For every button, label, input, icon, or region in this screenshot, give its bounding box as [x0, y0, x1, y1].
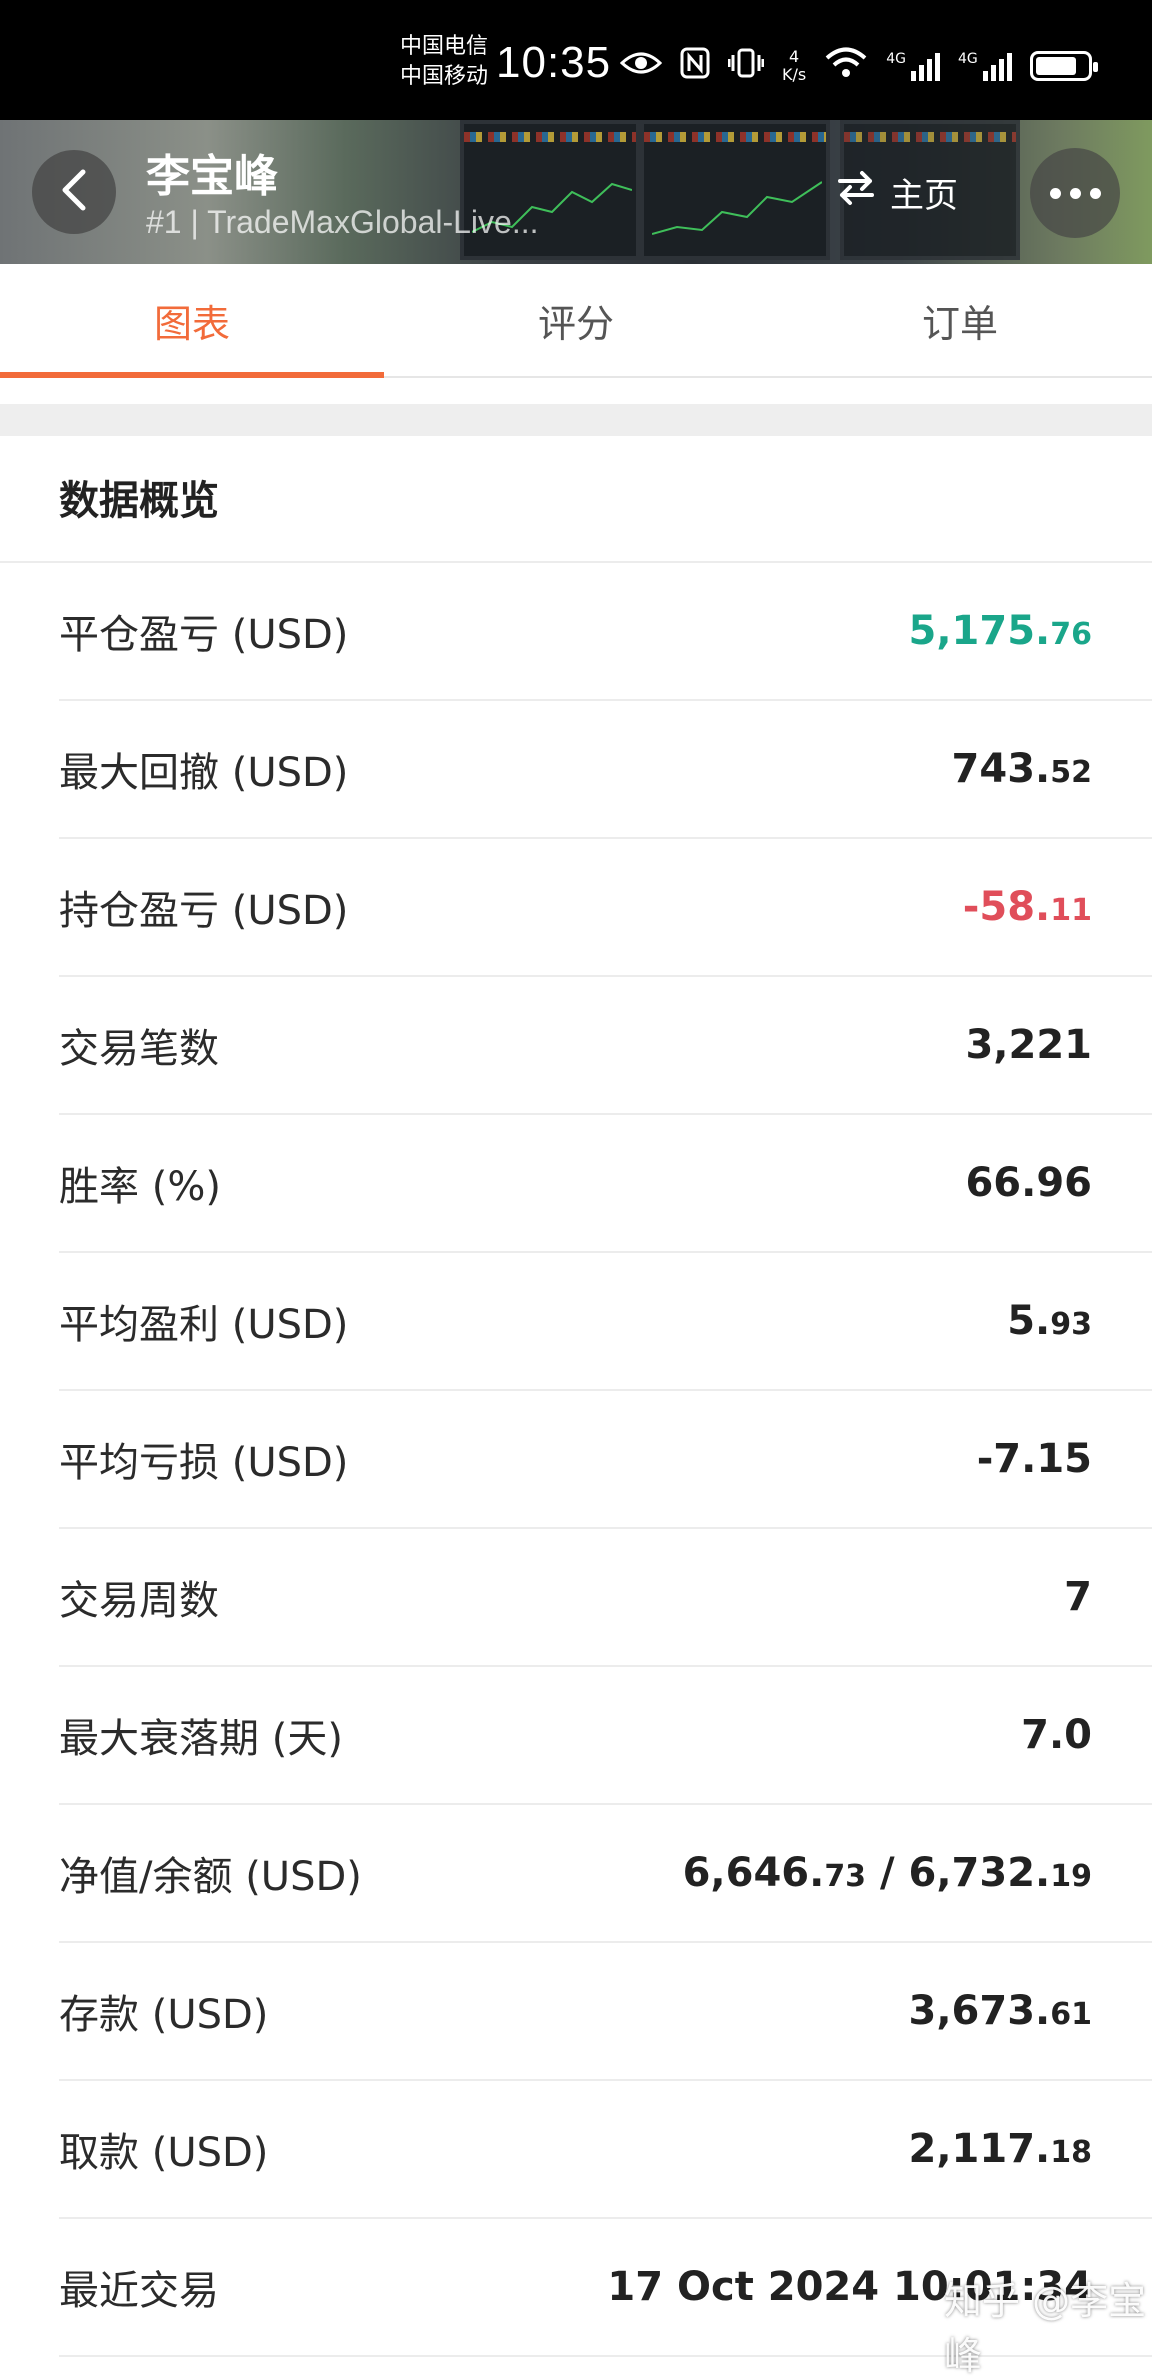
stat-value: 3,673.61 [908, 1988, 1092, 2034]
stat-row-closed-pnl: 平仓盈亏 (USD) 5,175.76 [59, 563, 1152, 701]
back-button[interactable] [32, 150, 116, 234]
signal-2-icon: 4G [958, 51, 1012, 81]
tab-bar: 图表 评分 订单 [0, 264, 1152, 378]
nfc-icon [680, 47, 710, 85]
stat-value: 5.93 [1007, 1298, 1092, 1344]
battery-level [1035, 57, 1076, 75]
stat-label: 平仓盈亏 (USD) [59, 612, 349, 658]
stat-label: 胜率 (%) [59, 1164, 221, 1210]
swap-icon [836, 170, 876, 215]
speed-value: 4 [789, 47, 800, 66]
tab-orders[interactable]: 订单 [768, 264, 1152, 376]
stat-row-trade-count: 交易笔数 3,221 [59, 977, 1152, 1115]
stat-row-max-drawdown: 最大回撤 (USD) 743.52 [59, 701, 1152, 839]
network-speed: 4 K/s [782, 48, 806, 84]
stat-value: 7.0 [1021, 1712, 1092, 1758]
stat-row-deposits: 存款 (USD) 3,673.61 [59, 1943, 1152, 2081]
carrier-info: 中国电信 中国移动 [400, 32, 488, 92]
status-bar: 中国电信 中国移动 10:35 4 K/s 4G 4G [0, 0, 1152, 120]
stat-label: 存款 (USD) [59, 1992, 269, 2038]
profile-header: 李宝峰 #1 | TradeMaxGlobal-Live... 主页 [0, 120, 1152, 264]
stat-label: 交易笔数 [59, 1026, 219, 1072]
stat-label: 最近交易 [59, 2268, 219, 2314]
stat-value: 66.96 [965, 1160, 1092, 1206]
section-separator [0, 404, 1152, 436]
account-subtitle: #1 | TradeMaxGlobal-Live... [146, 204, 539, 240]
speed-unit: K/s [782, 65, 807, 84]
eye-icon [619, 49, 663, 83]
stat-label: 最大回撤 (USD) [59, 750, 349, 796]
stat-label: 持仓盈亏 (USD) [59, 888, 349, 934]
wifi-icon [824, 47, 868, 85]
home-label: 主页 [890, 175, 958, 216]
more-options-button[interactable] [1030, 148, 1120, 238]
home-switch-button[interactable]: 主页 [836, 164, 958, 220]
chevron-left-icon [59, 168, 89, 216]
stat-value: 6,646.73 / 6,732.19 [682, 1850, 1092, 1896]
stat-row-max-decline-days: 最大衰落期 (天) 7.0 [59, 1667, 1152, 1805]
stat-row-avg-loss: 平均亏损 (USD) -7.15 [59, 1391, 1152, 1529]
stat-label: 净值/余额 (USD) [59, 1854, 362, 1900]
stat-value: -7.15 [976, 1436, 1092, 1482]
stat-label: 平均亏损 (USD) [59, 1440, 349, 1486]
stat-value: 3,221 [965, 1022, 1092, 1068]
net-2-label: 4G [957, 51, 978, 67]
stat-row-open-pnl: 持仓盈亏 (USD) -58.11 [59, 839, 1152, 977]
stat-value: 7 [1064, 1574, 1092, 1620]
stat-value: 743.52 [951, 746, 1092, 792]
stat-label: 最大衰落期 (天) [59, 1716, 343, 1762]
stat-row-equity-balance: 净值/余额 (USD) 6,646.73 / 6,732.19 [59, 1805, 1152, 1943]
stat-row-trading-weeks: 交易周数 7 [59, 1529, 1152, 1667]
stat-label: 取款 (USD) [59, 2130, 269, 2176]
stat-label: 交易周数 [59, 1578, 219, 1624]
stat-row-avg-profit: 平均盈利 (USD) 5.93 [59, 1253, 1152, 1391]
stat-value: 5,175.76 [908, 608, 1092, 654]
stat-value: -58.11 [962, 884, 1092, 930]
stat-row-withdrawals: 取款 (USD) 2,117.18 [59, 2081, 1152, 2219]
tab-chart[interactable]: 图表 [0, 264, 384, 378]
watermark: 知乎 @李宝峰 [944, 2270, 1152, 2376]
tab-rating[interactable]: 评分 [384, 264, 768, 376]
carrier-2: 中国移动 [400, 64, 489, 89]
vibrate-icon [727, 47, 765, 85]
stat-value: 2,117.18 [908, 2126, 1092, 2172]
battery-icon [1029, 51, 1098, 81]
overview-list: 平仓盈亏 (USD) 5,175.76 最大回撤 (USD) 743.52 持仓… [59, 563, 1152, 2357]
stat-row-win-rate: 胜率 (%) 66.96 [59, 1115, 1152, 1253]
trader-name: 李宝峰 [146, 151, 278, 202]
status-icons: 4 K/s 4G 4G [619, 44, 1098, 88]
watermark-text: 知乎 @李宝峰 [944, 2279, 1147, 2376]
background-monitor [640, 120, 830, 260]
net-1-label: 4G [886, 51, 906, 67]
stat-label: 平均盈利 (USD) [59, 1302, 349, 1348]
clock: 10:35 [496, 38, 612, 87]
signal-1-icon: 4G [886, 51, 940, 81]
carrier-1: 中国电信 [400, 34, 489, 59]
section-title: 数据概览 [59, 478, 219, 524]
more-dots-icon [1049, 187, 1101, 199]
